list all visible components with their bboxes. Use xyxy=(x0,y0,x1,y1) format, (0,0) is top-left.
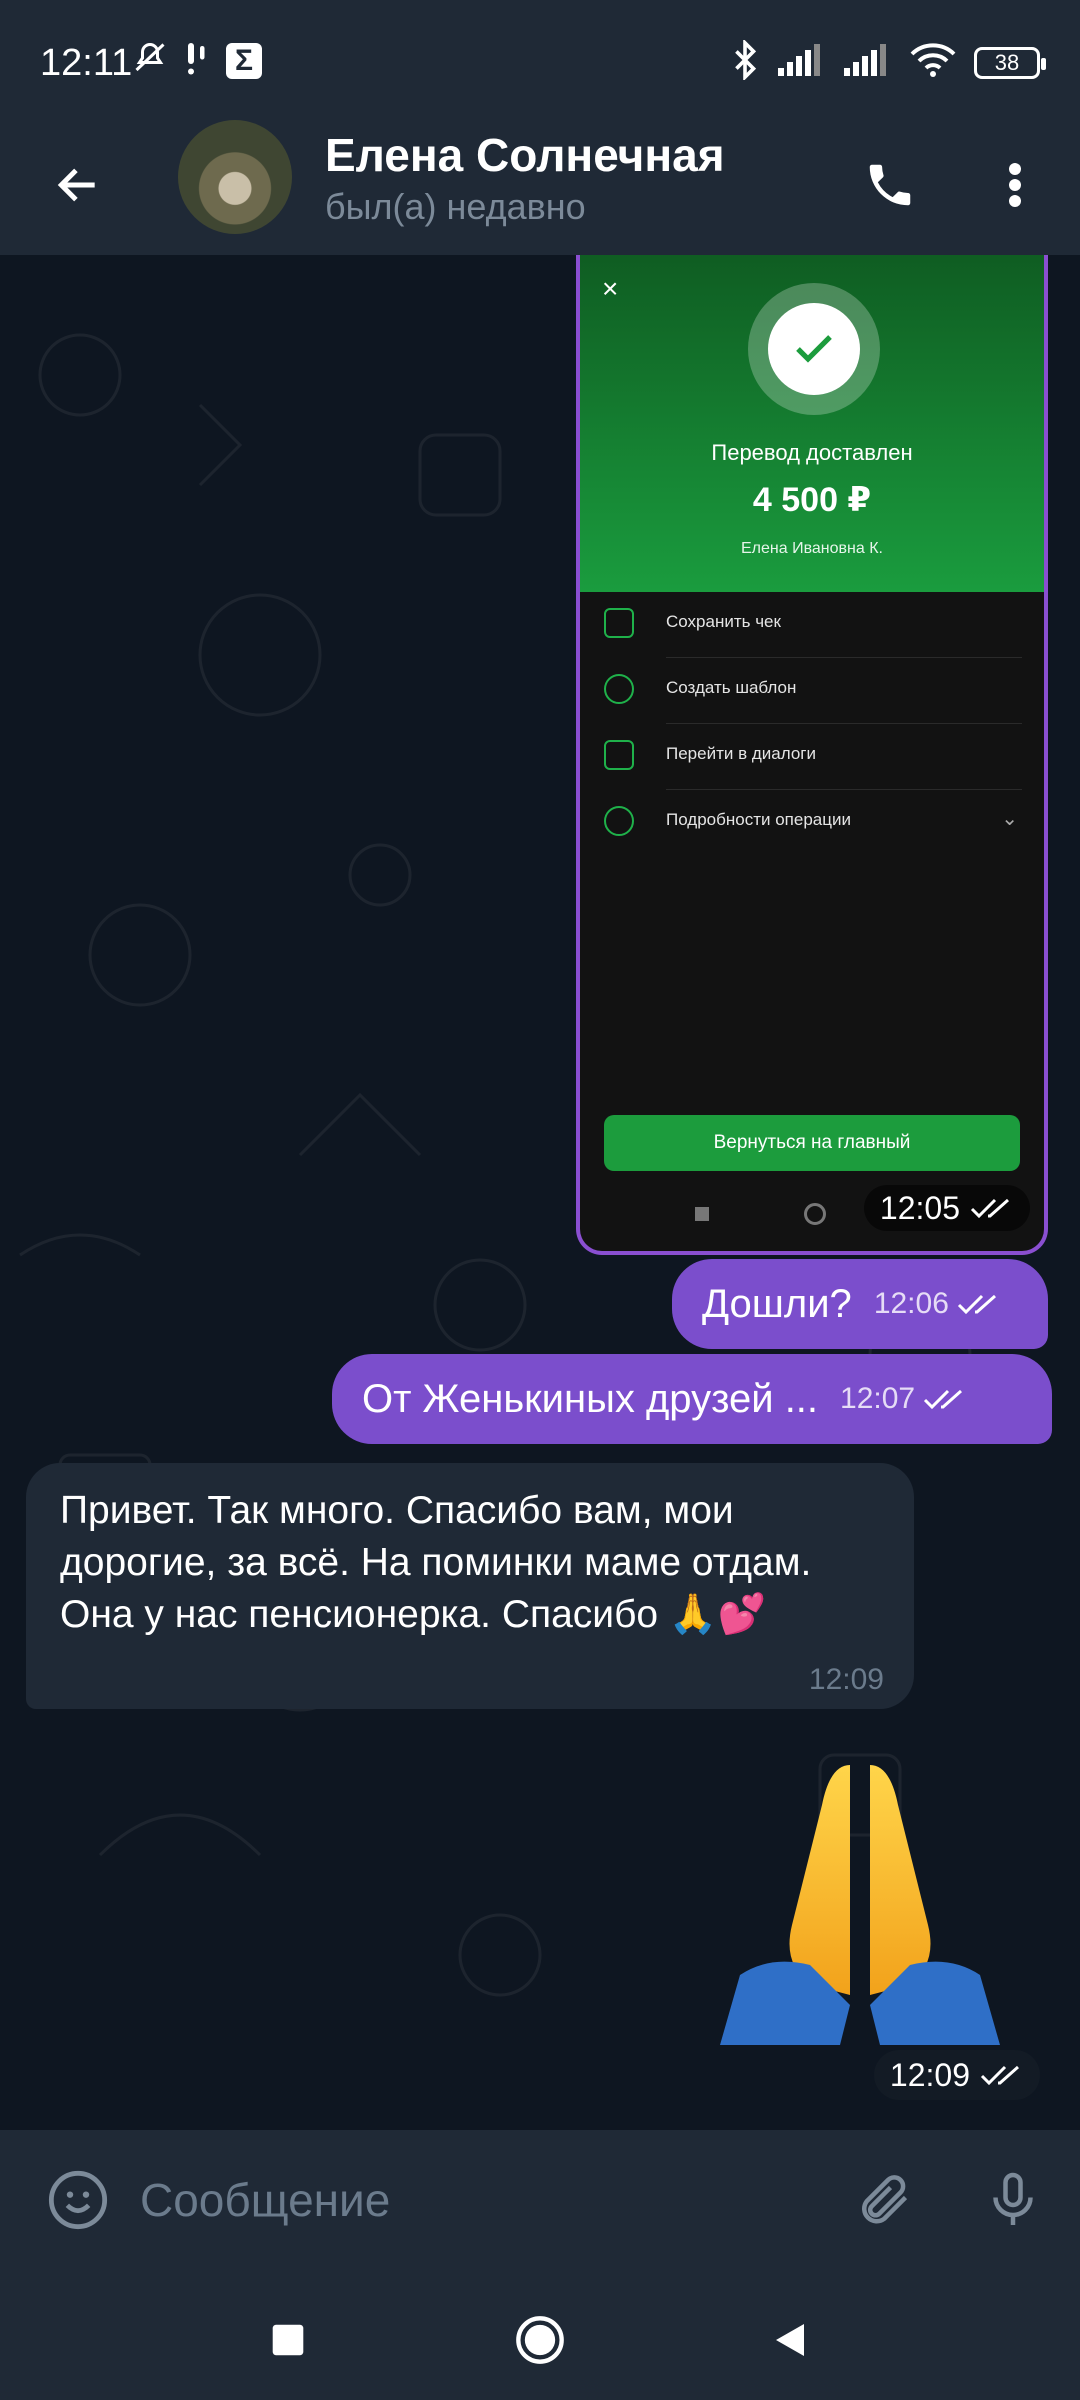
wifi-icon xyxy=(910,42,956,83)
outgoing-message[interactable]: От Женькиных друзей ... 12:07 xyxy=(332,1354,1052,1444)
alert-icon xyxy=(182,40,212,81)
back-nav-button[interactable] xyxy=(750,2300,830,2380)
signal-icon xyxy=(844,44,892,81)
microphone-icon xyxy=(993,2172,1033,2225)
microphone-button[interactable] xyxy=(975,2162,1051,2238)
message-time: 12:09 xyxy=(873,2050,1040,2100)
receipt-option: Создать шаблон xyxy=(580,658,1044,724)
square-icon xyxy=(272,2324,304,2356)
chat-bubble-icon xyxy=(604,740,634,770)
message-time: 12:05 xyxy=(863,1185,1030,1231)
battery-icon: 38 xyxy=(974,46,1046,79)
chevron-down-icon: ⌄ xyxy=(1001,808,1018,830)
square-icon xyxy=(695,1207,709,1221)
contact-name[interactable]: Елена Солнечная xyxy=(325,128,725,182)
transfer-recipient: Елена Ивановна К. xyxy=(741,540,883,557)
back-button[interactable] xyxy=(38,145,118,225)
message-text: Дошли? xyxy=(702,1281,852,1326)
message-text: Привет. Так много. Спасибо вам, мои доро… xyxy=(60,1489,812,1636)
message-time: 12:06 xyxy=(874,1287,1001,1321)
bluetooth-icon xyxy=(730,38,760,85)
smile-icon xyxy=(48,2170,108,2230)
sticker-message[interactable] xyxy=(700,1745,1020,2045)
transfer-amount: 4 500 ₽ xyxy=(752,481,872,519)
home-button: Вернуться на главный xyxy=(604,1115,1020,1171)
call-button[interactable] xyxy=(850,145,930,225)
circle-icon xyxy=(516,2316,564,2364)
more-vertical-icon xyxy=(1009,163,1021,207)
sigma-icon: Σ xyxy=(226,42,262,79)
status-time: 12:11 xyxy=(40,42,133,84)
close-icon: × xyxy=(602,273,619,304)
image-message[interactable]: × Перевод доставлен 4 500 ₽ Елена Иванов… xyxy=(576,255,1048,1255)
message-time: 12:09 xyxy=(808,1663,884,1696)
emoji-button[interactable] xyxy=(40,2162,116,2238)
triangle-left-icon xyxy=(776,2324,804,2356)
message-time: 12:07 xyxy=(840,1382,967,1416)
signal-icon xyxy=(778,44,826,81)
message-text: От Женькиных друзей ... xyxy=(362,1376,819,1421)
attach-button[interactable] xyxy=(845,2162,921,2238)
success-check xyxy=(748,283,880,415)
phone-icon xyxy=(869,164,911,206)
double-check-icon xyxy=(970,1198,1009,1219)
system-navigation xyxy=(0,2270,1080,2400)
paperclip-icon xyxy=(862,2175,908,2224)
message-composer xyxy=(0,2130,1080,2270)
home-nav-button[interactable] xyxy=(500,2300,580,2380)
star-icon xyxy=(604,674,634,704)
avatar[interactable] xyxy=(178,120,292,234)
arrow-left-icon xyxy=(57,168,95,202)
status-bar: 12:11 Σ 38 xyxy=(0,0,1080,120)
receipt-header: × Перевод доставлен 4 500 ₽ Елена Иванов… xyxy=(580,255,1044,592)
outgoing-message[interactable]: Дошли? 12:06 xyxy=(672,1259,1048,1349)
chat-area[interactable]: × Перевод доставлен 4 500 ₽ Елена Иванов… xyxy=(0,255,1080,2130)
double-check-icon xyxy=(980,2065,1019,2086)
status-icons-right: 38 xyxy=(730,38,1046,85)
circle-icon xyxy=(804,1203,826,1225)
double-check-icon xyxy=(957,1294,996,1315)
message-input[interactable] xyxy=(140,2160,820,2240)
incoming-message[interactable]: Привет. Так много. Спасибо вам, мои доро… xyxy=(26,1463,914,1709)
contact-status: был(а) недавно xyxy=(325,186,586,227)
praying-hands-icon xyxy=(720,1765,1000,2045)
chat-header: Елена Солнечная был(а) недавно xyxy=(0,120,1080,255)
document-icon xyxy=(604,608,634,638)
check-icon xyxy=(796,335,832,363)
receipt-option: Подробности операции ⌄ xyxy=(580,790,1044,856)
info-icon xyxy=(604,806,634,836)
status-icons-left: Σ xyxy=(132,40,262,81)
recents-button[interactable] xyxy=(248,2300,328,2380)
receipt-option: Перейти в диалоги xyxy=(580,724,1044,790)
transfer-title: Перевод доставлен xyxy=(711,440,913,465)
menu-button[interactable] xyxy=(975,145,1055,225)
receipt-option: Сохранить чек xyxy=(580,592,1044,658)
double-check-icon xyxy=(924,1389,963,1410)
mute-icon xyxy=(132,40,168,81)
